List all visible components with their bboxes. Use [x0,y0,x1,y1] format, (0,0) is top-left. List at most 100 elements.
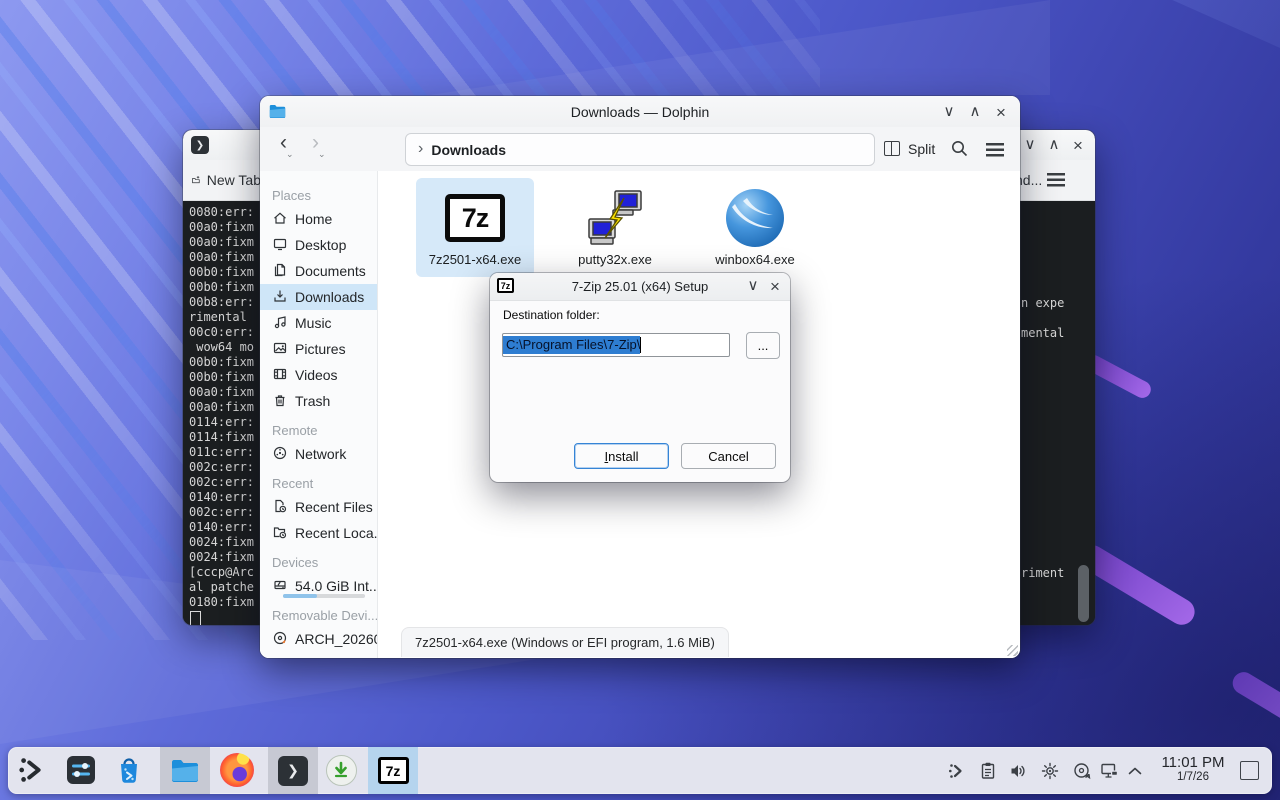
hard-drive-icon [272,577,288,596]
network-icon[interactable] [1100,761,1120,781]
putty-file-icon [583,186,647,250]
new-tab-label: New Tab [207,172,261,188]
sidebar-item-label: Music [295,315,332,331]
expand-tray-chevron-icon[interactable] [1125,761,1145,781]
terminal-output-fragment: n expe [1021,296,1064,310]
kde-connect-icon[interactable] [946,761,966,781]
7zip-setup-dialog[interactable]: 7z 7-Zip 25.01 (x64) Setup ∨ × Destinati… [490,273,790,482]
minimize-icon[interactable]: ∨ [938,104,960,121]
clock-time: 11:01 PM [1150,754,1236,771]
taskbar: ❯ 7z 11:01 PM 1/7/26 [8,747,1272,794]
terminal-scrollbar[interactable] [1078,565,1089,622]
resize-grip[interactable] [1007,645,1018,656]
status-bar: 7z2501-x64.exe (Windows or EFI program, … [401,627,729,657]
system-settings-icon[interactable] [64,753,98,787]
hamburger-menu-icon[interactable] [986,143,1004,157]
location-bar[interactable]: › Downloads [405,133,875,166]
sidebar-item-label: Pictures [295,341,346,357]
volume-icon[interactable] [1008,761,1028,781]
sidebar-item-recent-files[interactable]: Recent Files [260,494,377,520]
sidebar-section-header: Remote [272,423,377,438]
disk-usage-bar [283,594,365,598]
downloads-app-icon[interactable] [324,753,358,787]
dialog-titlebar[interactable]: 7z 7-Zip 25.01 (x64) Setup ∨ × [490,273,790,301]
terminal-output-fragment: riment [1021,566,1064,580]
sidebar-item-desktop[interactable]: Desktop [260,232,377,258]
konsole-icon: ❯ [278,756,308,786]
sidebar-item-videos[interactable]: Videos [260,362,377,388]
show-desktop-button[interactable] [1240,761,1259,780]
sidebar-item-arch-202601[interactable]: ARCH_202601 [260,626,377,652]
device-notifier-icon[interactable] [1072,761,1092,781]
breadcrumb-chevron-icon: › [418,140,423,158]
sidebar-section-header: Devices [272,555,377,570]
sidebar-item-label: Desktop [295,237,346,253]
7zip-icon: 7z [378,757,409,784]
hamburger-menu-icon[interactable] [1047,173,1065,187]
maximize-icon[interactable]: ∧ [964,104,986,121]
split-icon[interactable] [884,141,900,156]
minimize-icon[interactable]: ∨ [1019,137,1041,154]
sidebar-item-label: Downloads [295,289,364,305]
sidebar-item-downloads[interactable]: Downloads [260,284,377,310]
split-button[interactable]: Split [908,141,935,157]
minimize-icon[interactable]: ∨ [742,278,764,295]
new-tab-button[interactable]: New Tab [191,168,261,192]
dolphin-icon [169,755,201,787]
terminal-cursor [190,611,201,625]
app-launcher-icon[interactable] [16,753,50,787]
optical-disc-icon [272,630,288,649]
close-icon[interactable]: × [764,278,786,295]
sidebar-item-documents[interactable]: Documents [260,258,377,284]
window-title: Downloads — Dolphin [260,104,1020,120]
sidebar-item-label: Videos [295,367,338,383]
sidebar-item-label: Recent Loca... [295,525,378,541]
file-item[interactable]: putty32x.exe [556,178,674,277]
forward-button[interactable]: ›⌄ [312,131,319,155]
file-item[interactable]: 7z 7z2501-x64.exe [416,178,534,277]
terminal-output: 0080:err: 00a0:fixm 00a0:fixm 00a0:fixm … [189,205,254,610]
dolphin-titlebar[interactable]: Downloads — Dolphin ∨ ∧ × [260,96,1020,127]
sidebar-item-home[interactable]: Home [260,206,377,232]
sidebar-item-54-0-gib-int[interactable]: 54.0 GiB Int... [260,573,377,599]
sidebar-item-pictures[interactable]: Pictures [260,336,377,362]
file-item[interactable]: winbox64.exe [696,178,814,277]
sidebar-item-label: Recent Files [295,499,373,515]
sidebar-item-network[interactable]: Network [260,441,377,467]
cancel-button[interactable]: Cancel [681,443,776,469]
desktop-icon [272,236,288,255]
recent-locations-icon [272,524,288,543]
sidebar-item-label: Trash [295,393,330,409]
browse-button[interactable]: ... [746,332,780,359]
close-icon[interactable]: × [990,104,1012,121]
7zip-file-icon: 7z [443,186,507,250]
close-icon[interactable]: × [1067,137,1089,154]
install-button[interactable]: Install [574,443,669,469]
digital-clock[interactable]: 11:01 PM 1/7/26 [1150,754,1236,784]
brightness-icon[interactable] [1040,761,1060,781]
breadcrumb[interactable]: Downloads [431,142,506,158]
text-caret [640,337,641,353]
sidebar-item-recent-loca[interactable]: Recent Loca... [260,520,377,546]
clipboard-icon[interactable] [978,761,998,781]
sidebar-item-trash[interactable]: Trash [260,388,377,414]
selected-path-text: C:\Program Files\7-Zip\ [503,336,640,354]
maximize-icon[interactable]: ∧ [1043,137,1065,154]
konsole-icon: ❯ [191,136,209,154]
desktop-wallpaper: ❯ ∨ ∧ × New Tab nd... 0080:err: 00a0:fix… [0,0,1280,800]
discover-icon[interactable] [112,753,146,787]
task-konsole[interactable]: ❯ [268,747,318,794]
firefox-icon[interactable] [220,753,254,787]
search-icon[interactable] [950,139,969,158]
destination-folder-label: Destination folder: [503,308,600,322]
destination-folder-input[interactable]: C:\Program Files\7-Zip\ [502,333,730,357]
task-7zip[interactable]: 7z [368,747,418,794]
music-icon [272,314,288,333]
task-dolphin[interactable] [160,747,210,794]
terminal-output-fragment: mental [1021,326,1064,340]
pictures-icon [272,340,288,359]
downloads-icon [272,288,288,307]
back-button[interactable]: ‹⌄ [280,131,287,155]
places-panel: PlacesHomeDesktopDocumentsDownloadsMusic… [260,171,378,658]
sidebar-item-music[interactable]: Music [260,310,377,336]
